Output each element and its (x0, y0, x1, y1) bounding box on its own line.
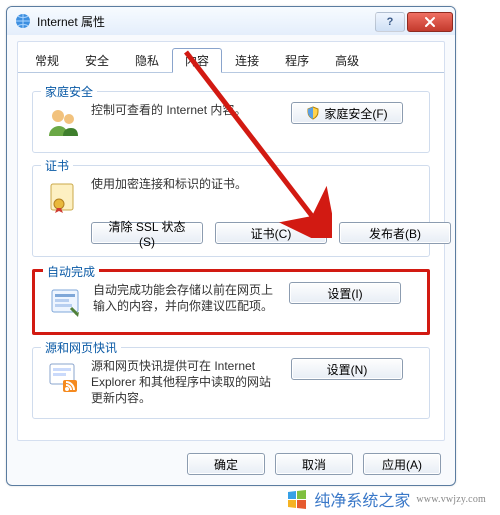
clear-ssl-button[interactable]: 清除 SSL 状态(S) (91, 222, 203, 244)
internet-icon (15, 13, 31, 29)
family-safety-label: 家庭安全(F) (324, 105, 387, 122)
tabstrip: 常规 安全 隐私 内容 连接 程序 高级 (18, 42, 444, 73)
family-icon (45, 104, 81, 140)
shield-icon (306, 106, 320, 120)
certificates-button[interactable]: 证书(C) (215, 222, 327, 244)
tab-content[interactable]: 内容 (172, 48, 222, 73)
dialog-body: 常规 安全 隐私 内容 连接 程序 高级 家庭安全 控制可查看的 Interne… (17, 41, 445, 441)
tab-general[interactable]: 常规 (22, 48, 72, 72)
group-autocomplete: 自动完成 自动完成功能会存储以前在网页上输入的内容，并向你建议匹配项。 设置(I… (32, 269, 430, 335)
help-button[interactable]: ? (375, 12, 405, 32)
group-legend: 自动完成 (43, 263, 99, 280)
ok-button[interactable]: 确定 (187, 453, 265, 475)
family-safety-button[interactable]: 家庭安全(F) (291, 102, 403, 124)
autocomplete-icon (47, 284, 83, 320)
group-legend: 家庭安全 (41, 83, 97, 100)
cert-text: 使用加密连接和标识的证书。 (91, 176, 283, 192)
titlebar: Internet 属性 ? (7, 7, 455, 35)
feeds-text: 源和网页快讯提供可在 Internet Explorer 和其他程序中读取的网站… (91, 358, 283, 406)
watermark-logo-icon (286, 488, 308, 510)
tab-privacy[interactable]: 隐私 (122, 48, 172, 72)
group-certificates: 证书 使用加密连接和标识的证书。 清除 SSL 状态(S) 证书(C) 发布者(… (32, 165, 430, 257)
close-button[interactable] (407, 12, 453, 32)
apply-button[interactable]: 应用(A) (363, 453, 441, 475)
group-family-safety: 家庭安全 控制可查看的 Internet 内容。 家庭安全(F) (32, 91, 430, 153)
group-feeds: 源和网页快讯 源和网页快讯提供可在 Internet Explorer 和其他程… (32, 347, 430, 419)
close-icon (424, 16, 436, 28)
dialog-footer: 确定 取消 应用(A) (187, 453, 441, 475)
autocomplete-settings-button[interactable]: 设置(I) (289, 282, 401, 304)
tab-connections[interactable]: 连接 (222, 48, 272, 72)
watermark-brand: 纯净系统之家 (314, 487, 410, 511)
feeds-settings-button[interactable]: 设置(N) (291, 358, 403, 380)
family-text: 控制可查看的 Internet 内容。 (91, 102, 283, 118)
tab-security[interactable]: 安全 (72, 48, 122, 72)
group-legend: 证书 (41, 157, 73, 174)
window-title: Internet 属性 (37, 13, 373, 30)
certificate-icon (45, 178, 81, 214)
tab-programs[interactable]: 程序 (272, 48, 322, 72)
dialog-window: Internet 属性 ? 常规 安全 隐私 内容 连接 程序 高级 家庭安全 (6, 6, 456, 486)
tab-advanced[interactable]: 高级 (322, 48, 372, 72)
watermark: 纯净系统之家 www.vwjzy.com (286, 487, 486, 511)
watermark-url: www.vwjzy.com (416, 494, 486, 505)
cancel-button[interactable]: 取消 (275, 453, 353, 475)
publishers-button[interactable]: 发布者(B) (339, 222, 451, 244)
autocomplete-text: 自动完成功能会存储以前在网页上输入的内容，并向你建议匹配项。 (93, 282, 281, 314)
feeds-icon (45, 360, 81, 396)
group-legend: 源和网页快讯 (41, 339, 121, 356)
